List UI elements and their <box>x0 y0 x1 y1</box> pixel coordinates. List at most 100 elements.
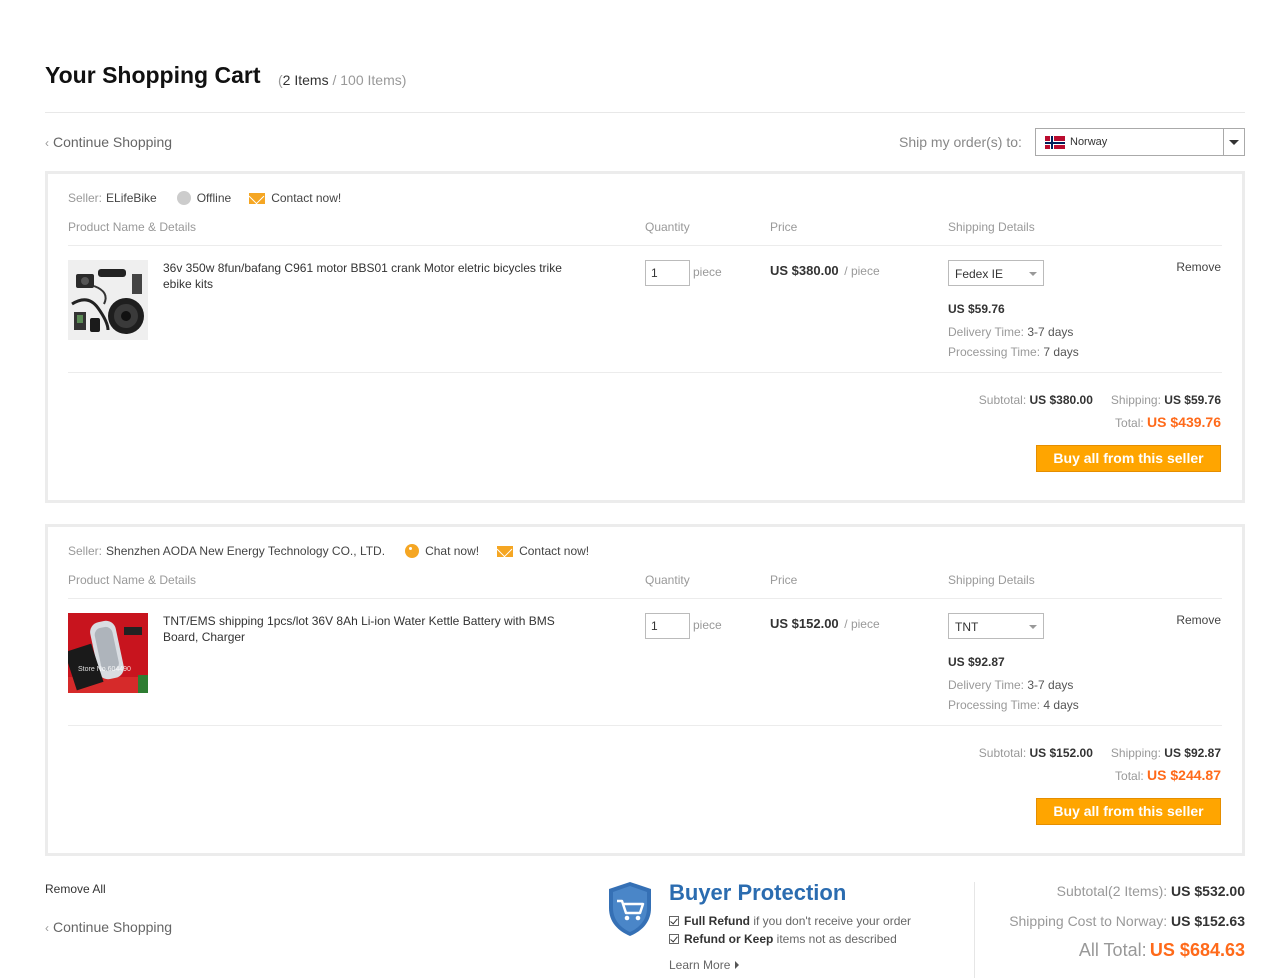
shipping-label: Shipping: <box>1110 393 1161 407</box>
all-total-value: US $684.63 <box>1149 940 1245 960</box>
norway-flag-icon <box>1045 136 1065 149</box>
grand-shipping-value: US $152.63 <box>1171 913 1245 929</box>
shipping-method-select[interactable]: Fedex IE <box>948 260 1044 286</box>
delivery-time: Delivery Time: 3-7 days <box>948 325 1073 339</box>
grand-subtotal: Subtotal(2 Items): US $532.00 <box>1057 883 1245 899</box>
learn-more-link[interactable]: Learn More <box>669 958 740 972</box>
seller-name[interactable]: ELifeBike <box>106 191 157 205</box>
country-name: Norway <box>1070 136 1108 148</box>
shipping-method-value: TNT <box>955 620 979 634</box>
col-price: Price <box>770 573 798 587</box>
quantity-input[interactable] <box>645 613 690 639</box>
delivery-value: 3-7 days <box>1027 325 1074 339</box>
price-value: US $152.00 <box>770 616 839 631</box>
checkbox-checked-icon <box>669 916 679 926</box>
row-divider <box>68 245 1222 246</box>
product-image[interactable]: Store No.604490 <box>68 613 148 693</box>
seller-label: Seller: <box>68 191 103 205</box>
grand-subtotal-value: US $532.00 <box>1171 883 1245 899</box>
count-close: ) <box>401 72 407 88</box>
product-name[interactable]: 36v 350w 8fun/bafang C961 motor BBS01 cr… <box>163 260 593 292</box>
header-divider <box>45 112 1245 113</box>
seller-total-line: Total: US $244.87 <box>1115 767 1221 783</box>
contact-now-link[interactable]: Contact now! <box>519 544 589 558</box>
checkbox-checked-icon <box>669 934 679 944</box>
buy-all-from-seller-button[interactable]: Buy all from this seller <box>1036 798 1221 825</box>
seller-name[interactable]: Shenzhen AODA New Energy Technology CO.,… <box>106 544 385 558</box>
offline-status-icon <box>176 191 191 205</box>
processing-time: Processing Time: 7 days <box>948 345 1079 359</box>
col-product: Product Name & Details <box>68 573 197 587</box>
product-name[interactable]: TNT/EMS shipping 1pcs/lot 36V 8Ah Li-ion… <box>163 613 593 645</box>
unit-price: US $380.00 / piece <box>770 263 880 278</box>
full-refund-bold: Full Refund <box>684 914 750 928</box>
delivery-label: Delivery Time: <box>948 678 1025 692</box>
col-quantity: Quantity <box>645 220 690 234</box>
full-refund-text: if you don't receive your order <box>750 914 912 928</box>
cart-item-count: (2 Items / 100 Items) <box>278 72 406 88</box>
shipping-value: US $59.76 <box>1164 393 1221 407</box>
chevron-down-icon <box>1029 625 1037 629</box>
total-label: Total: <box>1115 769 1144 783</box>
learn-more-label: Learn More <box>669 958 731 972</box>
grand-shipping-label: Shipping Cost to Norway: <box>1009 913 1168 929</box>
status-label: Offline <box>196 191 232 205</box>
continue-shopping-link-bottom[interactable]: ‹ Continue Shopping <box>45 919 172 935</box>
dropdown-arrow-icon[interactable] <box>1223 129 1244 155</box>
refund-or-keep-bold: Refund or Keep <box>684 932 774 946</box>
chevron-left-icon: ‹ <box>45 921 49 935</box>
row-divider <box>68 372 1222 373</box>
product-image[interactable] <box>68 260 148 340</box>
all-total-label: All Total: <box>1078 940 1147 960</box>
seller-total-line: Total: US $439.76 <box>1115 414 1221 430</box>
buy-all-from-seller-button[interactable]: Buy all from this seller <box>1036 445 1221 472</box>
seller-info: Seller: Shenzhen AODA New Energy Technol… <box>68 544 589 558</box>
subtotal-label: Subtotal: <box>978 746 1027 760</box>
remove-item-link[interactable]: Remove <box>1176 613 1221 627</box>
price-per: / piece <box>844 617 880 631</box>
processing-value: 7 days <box>1043 345 1079 359</box>
seller-section-elifebike: Seller: ELifeBike Offline Contact now! P… <box>45 171 1245 503</box>
mail-icon <box>249 192 266 204</box>
full-refund-line: Full Refund if you don't receive your or… <box>669 914 911 928</box>
seller-section-aoda: Seller: Shenzhen AODA New Energy Technol… <box>45 524 1245 856</box>
grand-subtotal-label: Subtotal(2 Items): <box>1056 883 1168 899</box>
country-select[interactable]: Norway <box>1035 128 1245 156</box>
continue-shopping-label: Continue Shopping <box>53 919 173 935</box>
seller-label: Seller: <box>68 544 103 558</box>
caret-right-icon <box>735 961 740 969</box>
count-max: 100 Items <box>340 72 402 88</box>
processing-value: 4 days <box>1043 698 1079 712</box>
chat-now-link[interactable]: Chat now! <box>425 544 479 558</box>
remove-all-link[interactable]: Remove All <box>45 882 106 896</box>
total-value: US $244.87 <box>1147 767 1221 783</box>
continue-shopping-label: Continue Shopping <box>53 134 173 150</box>
shipping-cost: US $59.76 <box>948 302 1005 316</box>
shield-cart-icon <box>606 880 654 938</box>
processing-label: Processing Time: <box>948 698 1041 712</box>
processing-label: Processing Time: <box>948 345 1041 359</box>
contact-now-link[interactable]: Contact now! <box>271 191 341 205</box>
shipping-method-value: Fedex IE <box>955 267 1004 281</box>
continue-shopping-link-top[interactable]: ‹ Continue Shopping <box>45 134 172 150</box>
col-price: Price <box>770 220 798 234</box>
quantity-unit: piece <box>693 618 722 632</box>
remove-item-link[interactable]: Remove <box>1176 260 1221 274</box>
shipping-method-select[interactable]: TNT <box>948 613 1044 639</box>
page-title: Your Shopping Cart <box>45 62 261 88</box>
count-current: 2 Items <box>282 72 329 88</box>
refund-or-keep-text: items not as described <box>773 932 897 946</box>
subtotal-label: Subtotal: <box>978 393 1027 407</box>
seller-info: Seller: ELifeBike Offline Contact now! <box>68 191 341 205</box>
delivery-label: Delivery Time: <box>948 325 1025 339</box>
refund-or-keep-line: Refund or Keep items not as described <box>669 932 897 946</box>
shipping-cost: US $92.87 <box>948 655 1005 669</box>
col-shipping: Shipping Details <box>948 220 1035 234</box>
quantity-input[interactable] <box>645 260 690 286</box>
ship-to-label: Ship my order(s) to: <box>899 134 1022 150</box>
row-divider <box>68 725 1222 726</box>
subtotal-value: US $152.00 <box>1029 746 1093 760</box>
seller-subtotal-line: Subtotal: US $380.00 Shipping: US $59.76 <box>979 393 1221 407</box>
footer-divider <box>974 882 975 978</box>
col-shipping: Shipping Details <box>948 573 1035 587</box>
